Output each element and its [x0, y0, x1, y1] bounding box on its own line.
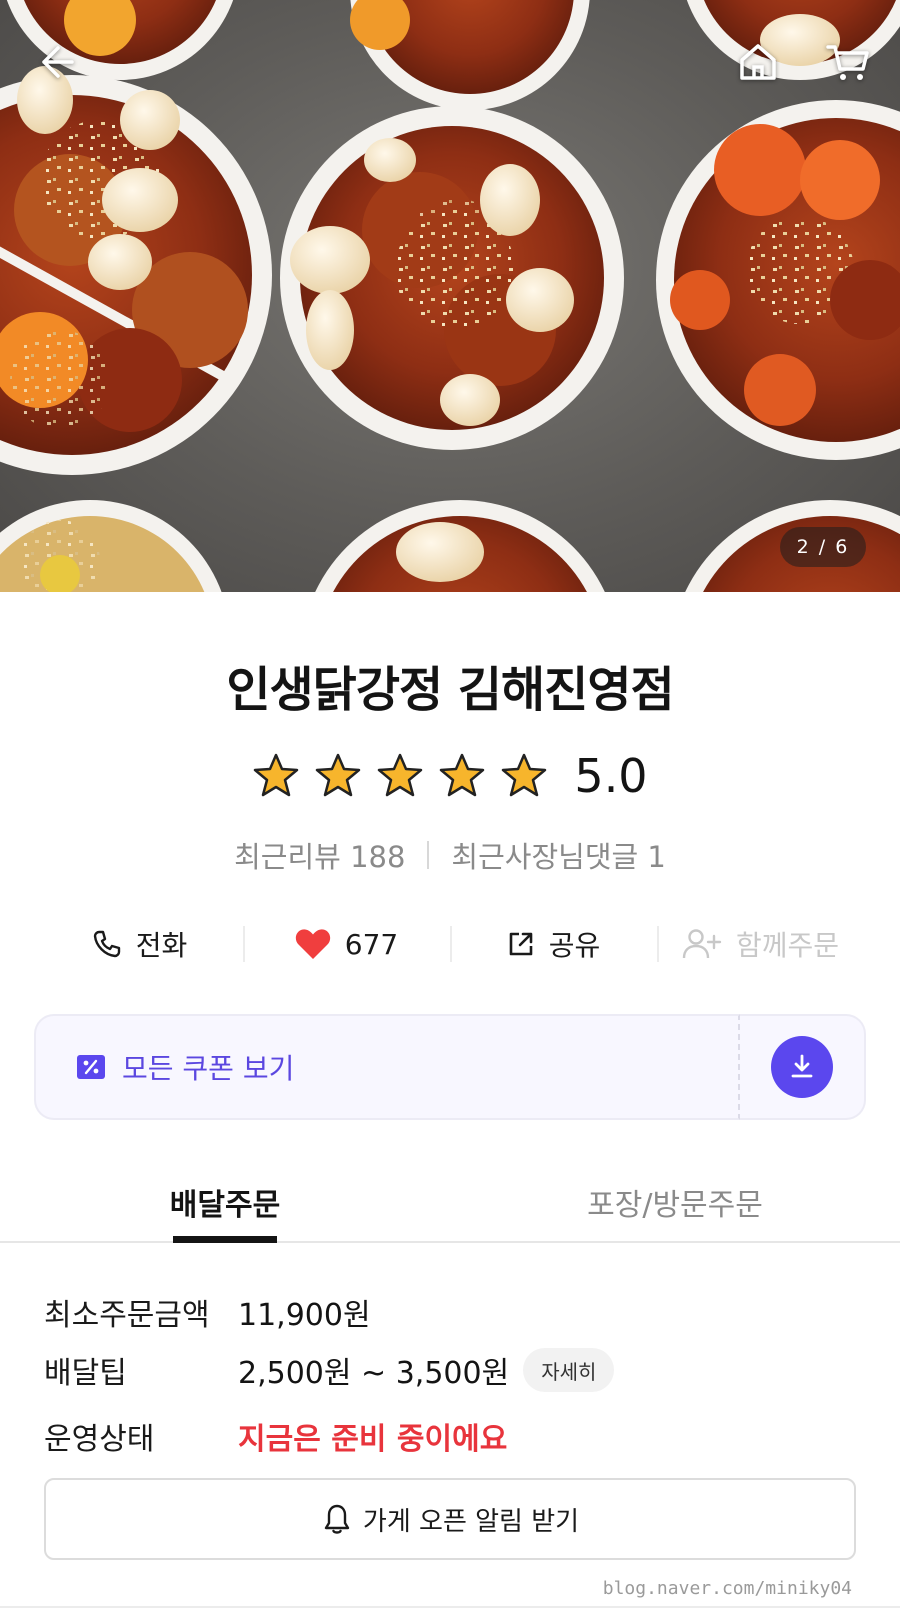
coupon-banner: 모든 쿠폰 보기	[34, 1014, 866, 1120]
cart-button[interactable]	[818, 34, 878, 90]
owner-replies-link[interactable]: 최근사장님댓글 1	[451, 834, 665, 876]
share-icon	[509, 932, 533, 956]
like-button[interactable]: 677	[243, 916, 450, 972]
store-name: 인생닭강정 김해진영점	[226, 662, 674, 718]
add-person-icon	[682, 929, 722, 959]
coupon-label: 모든 쿠폰 보기	[122, 1052, 295, 1085]
review-summary: 최근리뷰 188 최근사장님댓글 1	[0, 834, 900, 876]
home-icon	[740, 44, 776, 80]
tab-delivery[interactable]: 배달주문	[0, 1168, 450, 1241]
delivery-tip-label: 배달팁	[44, 1356, 127, 1391]
call-label: 전화	[135, 929, 188, 962]
coupon-download-button[interactable]	[771, 1036, 833, 1098]
rating-stars	[252, 752, 548, 800]
recent-reviews-link[interactable]: 최근리뷰 188	[234, 834, 405, 876]
store-photo-carousel[interactable]: 2 / 6	[0, 0, 900, 592]
cart-icon	[826, 45, 869, 80]
watermark: blog.naver.com/miniky04	[602, 1578, 852, 1599]
rating-value: 5.0	[574, 749, 648, 803]
open-alarm-button[interactable]: 가게 오픈 알림 받기	[44, 1478, 856, 1560]
star-icon	[440, 753, 485, 797]
order-type-tabs: 배달주문 포장/방문주문	[0, 1168, 900, 1243]
min-order-label: 최소주문금액	[44, 1298, 210, 1333]
status-value: 지금은 준비 중이에요	[238, 1422, 508, 1457]
bell-icon	[324, 1504, 350, 1534]
rating-row: 5.0	[0, 748, 900, 804]
status-label: 운영상태	[44, 1422, 155, 1457]
star-icon	[502, 753, 547, 797]
home-button[interactable]	[730, 34, 786, 90]
min-order-row: 최소주문금액 11,900원	[44, 1290, 371, 1334]
min-order-value: 11,900원	[238, 1298, 371, 1333]
phone-icon	[93, 930, 120, 958]
delivery-tip-row: 배달팁 2,500원 ~ 3,500원 자세히	[44, 1348, 615, 1392]
divider	[0, 1606, 900, 1608]
share-button[interactable]: 공유	[450, 916, 657, 972]
action-bar: 전화 677 공유 함께주문	[36, 916, 864, 972]
call-button[interactable]: 전화	[36, 916, 243, 972]
like-count: 677	[344, 927, 399, 961]
divider	[427, 841, 430, 869]
group-order-label: 함께주문	[735, 929, 840, 962]
tab-pickup[interactable]: 포장/방문주문	[450, 1168, 900, 1241]
back-button[interactable]	[28, 34, 84, 90]
coupon-download-area	[740, 1014, 866, 1120]
coupon-icon	[77, 1055, 105, 1079]
open-alarm-label: 가게 오픈 알림 받기	[362, 1506, 580, 1537]
status-row: 운영상태 지금은 준비 중이에요	[44, 1414, 507, 1458]
star-icon	[378, 753, 423, 797]
share-label: 공유	[548, 929, 601, 962]
star-icon	[316, 753, 361, 797]
star-icon	[254, 753, 299, 797]
photo-counter: 2 / 6	[780, 527, 866, 567]
heart-icon	[295, 929, 330, 959]
arrow-left-icon	[42, 46, 74, 78]
group-order-button[interactable]: 함께주문	[657, 916, 864, 972]
download-icon	[791, 1054, 813, 1078]
view-all-coupons-button[interactable]: 모든 쿠폰 보기	[34, 1014, 740, 1120]
delivery-tip-value: 2,500원 ~ 3,500원	[238, 1356, 510, 1391]
delivery-tip-detail-button[interactable]: 자세히	[523, 1348, 615, 1392]
